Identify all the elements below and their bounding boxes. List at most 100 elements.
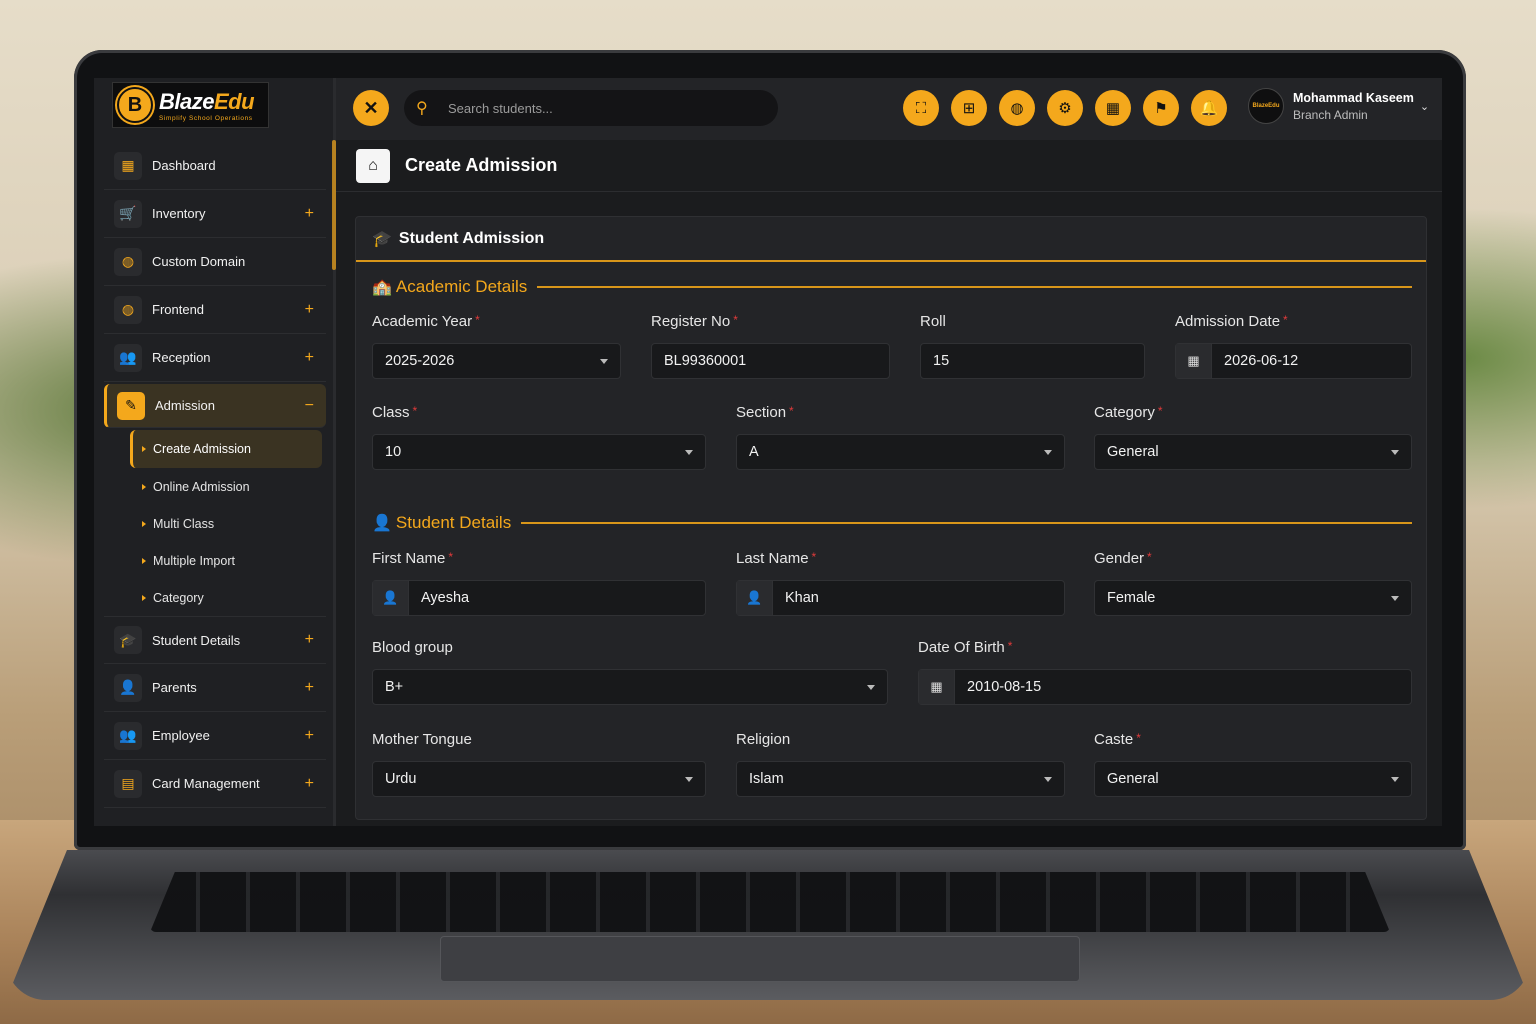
home-icon[interactable]: ⌂ — [356, 148, 390, 183]
caret-down-icon — [600, 359, 608, 364]
sidebar-item-admission[interactable]: ✎ Admission − — [104, 384, 326, 428]
apps-grid-icon[interactable]: ⊞ — [951, 90, 987, 126]
field-section: Section * A — [736, 404, 1065, 470]
field-class: Class * 10 — [372, 404, 706, 470]
flag-icon[interactable]: ⚑ — [1143, 90, 1179, 126]
users-icon: 👥 — [114, 343, 142, 372]
field-blood-group: Blood group B+ — [372, 639, 888, 705]
section-select[interactable]: A — [736, 434, 1065, 470]
cart-icon: 🛒 — [114, 199, 142, 228]
expand-plus-icon[interactable]: + — [305, 349, 314, 367]
caret-down-icon — [867, 685, 875, 690]
field-first-name: First Name * 👤 Ayesha — [372, 550, 706, 616]
fullscreen-icon[interactable]: ⛶ — [903, 90, 939, 126]
user-menu[interactable]: BlazeEdu Mohammad Kaseem Branch Admin ⌄ — [1248, 88, 1429, 124]
sidebar-item-dashboard[interactable]: ▦ Dashboard — [104, 142, 326, 190]
first-name-input[interactable]: 👤 Ayesha — [372, 580, 706, 616]
date-of-birth-input[interactable]: ▦ 2010-08-15 — [918, 669, 1412, 705]
sidebar: B BlazeEdu Simplify School Operations ▦ … — [94, 78, 336, 826]
graduation-cap-icon: 🎓 — [372, 230, 392, 248]
caret-down-icon — [1391, 450, 1399, 455]
caret-down-icon — [1044, 450, 1052, 455]
user-icon: 👤 — [373, 581, 409, 615]
field-caste: Caste * General — [1094, 731, 1412, 797]
brand-logo[interactable]: B BlazeEdu Simplify School Operations — [112, 82, 269, 128]
id-card-icon: ▤ — [114, 769, 142, 798]
user-role: Branch Admin — [1293, 107, 1368, 122]
users-icon: 👥 — [114, 721, 142, 750]
page-header: ⌂ Create Admission — [336, 140, 1442, 192]
card-header: 🎓 Student Admission — [356, 217, 1426, 262]
field-admission-date: Admission Date * ▦ 2026-06-12 — [1175, 313, 1412, 379]
edit-icon: ✎ — [117, 391, 145, 420]
sidebar-item-reception[interactable]: 👥 Reception + — [104, 334, 326, 382]
field-roll: Roll 15 — [920, 313, 1145, 379]
last-name-input[interactable]: 👤 Khan — [736, 580, 1065, 616]
sidebar-subitem-create-admission[interactable]: Create Admission — [130, 430, 322, 468]
school-icon: 🏫 — [372, 279, 392, 296]
section-student-details: 👤 Student Details — [372, 513, 1412, 533]
calendar-icon[interactable]: ▦ — [1095, 90, 1131, 126]
field-category: Category * General — [1094, 404, 1412, 470]
search-icon: ⚲ — [416, 100, 428, 117]
category-select[interactable]: General — [1094, 434, 1412, 470]
caret-down-icon — [1391, 777, 1399, 782]
user-icon: 👤 — [114, 673, 142, 702]
sidebar-subitem-multi-class[interactable]: Multi Class — [104, 505, 326, 542]
class-select[interactable]: 10 — [372, 434, 706, 470]
blood-group-select[interactable]: B+ — [372, 669, 888, 705]
admission-form-card: 🎓 Student Admission 🏫 Academic Details A… — [355, 216, 1427, 820]
search-bar: ⚲ — [404, 90, 778, 126]
admission-date-input[interactable]: ▦ 2026-06-12 — [1175, 343, 1412, 379]
caret-down-icon — [685, 777, 693, 782]
field-register-no: Register No * BL99360001 — [651, 313, 890, 379]
collapse-minus-icon[interactable]: − — [305, 397, 314, 415]
chevron-down-icon[interactable]: ⌄ — [1420, 100, 1429, 113]
user-check-icon: 👤 — [372, 515, 392, 532]
register-no-input[interactable]: BL99360001 — [651, 343, 890, 379]
globe-icon[interactable]: ◍ — [999, 90, 1035, 126]
section-academic-details: 🏫 Academic Details — [372, 277, 1412, 297]
sidebar-subitem-category[interactable]: Category — [104, 579, 326, 616]
sidebar-subitem-multiple-import[interactable]: Multiple Import — [104, 542, 326, 579]
sidebar-item-parents[interactable]: 👤 Parents + — [104, 664, 326, 712]
sidebar-item-employee[interactable]: 👥 Employee + — [104, 712, 326, 760]
caret-down-icon — [1044, 777, 1052, 782]
close-sidebar-button[interactable]: ✕ — [353, 90, 389, 126]
academic-year-select[interactable]: 2025-2026 — [372, 343, 621, 379]
search-input[interactable] — [448, 100, 748, 116]
user-icon: 👤 — [737, 581, 773, 615]
sidebar-subitem-online-admission[interactable]: Online Admission — [104, 468, 326, 505]
sidebar-item-custom-domain[interactable]: ◍ Custom Domain — [104, 238, 326, 286]
expand-plus-icon[interactable]: + — [305, 205, 314, 223]
sidebar-item-frontend[interactable]: ◍ Frontend + — [104, 286, 326, 334]
gender-select[interactable]: Female — [1094, 580, 1412, 616]
globe-icon: ◍ — [114, 247, 142, 276]
sidebar-item-card-management[interactable]: ▤ Card Management + — [104, 760, 326, 808]
sidebar-item-student-details[interactable]: 🎓 Student Details + — [104, 616, 326, 664]
bell-icon[interactable]: 🔔 — [1191, 90, 1227, 126]
caste-select[interactable]: General — [1094, 761, 1412, 797]
expand-plus-icon[interactable]: + — [305, 727, 314, 745]
expand-plus-icon[interactable]: + — [305, 775, 314, 793]
expand-plus-icon[interactable]: + — [305, 301, 314, 319]
user-name: Mohammad Kaseem — [1293, 90, 1414, 105]
avatar: BlazeEdu — [1248, 88, 1284, 124]
graduation-cap-icon: 🎓 — [114, 626, 142, 654]
roll-input[interactable]: 15 — [920, 343, 1145, 379]
caret-down-icon — [685, 450, 693, 455]
calendar-icon: ▦ — [919, 670, 955, 704]
field-last-name: Last Name * 👤 Khan — [736, 550, 1065, 616]
mother-tongue-select[interactable]: Urdu — [372, 761, 706, 797]
gear-icon[interactable]: ⚙ — [1047, 90, 1083, 126]
field-mother-tongue: Mother Tongue Urdu — [372, 731, 706, 797]
religion-select[interactable]: Islam — [736, 761, 1065, 797]
expand-plus-icon[interactable]: + — [305, 631, 314, 649]
expand-plus-icon[interactable]: + — [305, 679, 314, 697]
calendar-icon: ▦ — [1176, 344, 1212, 378]
brand-tagline: Simplify School Operations — [159, 114, 253, 122]
laptop-keyboard — [150, 872, 1390, 932]
sidebar-item-inventory[interactable]: 🛒 Inventory + — [104, 190, 326, 238]
brand-name: BlazeEdu — [159, 88, 255, 114]
laptop-trackpad — [440, 936, 1080, 982]
